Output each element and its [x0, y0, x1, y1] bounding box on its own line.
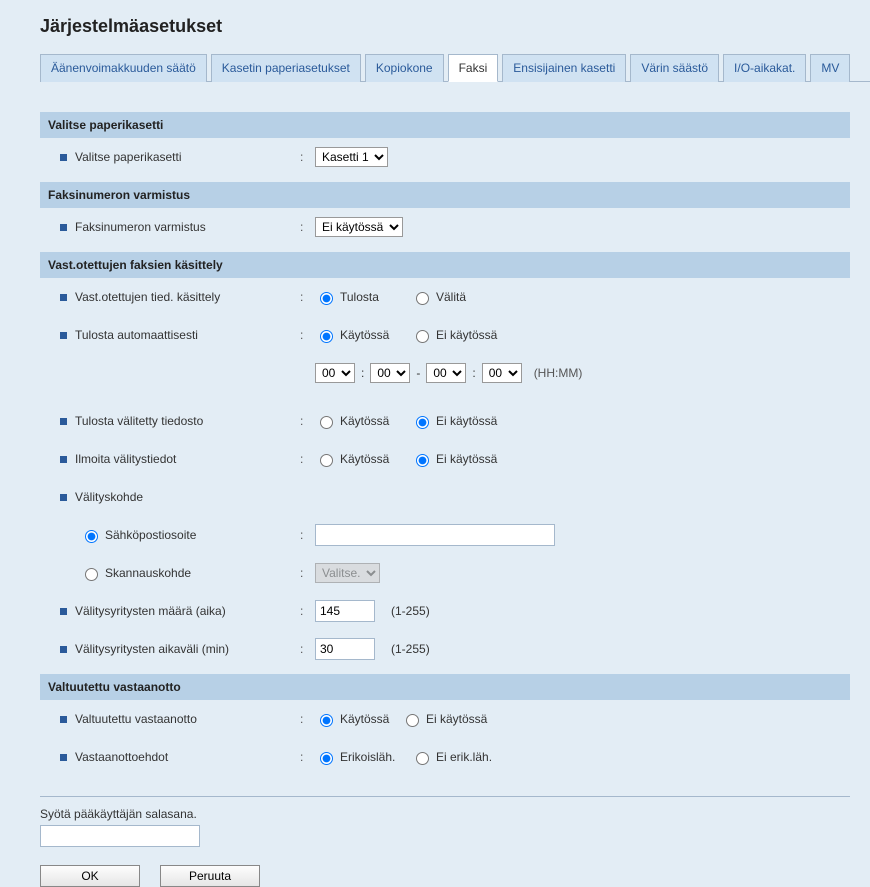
- bullet-icon: [60, 754, 67, 761]
- colon: :: [300, 220, 315, 234]
- colon: :: [300, 414, 315, 428]
- colon: :: [300, 150, 315, 164]
- colon: :: [300, 642, 315, 656]
- rx-cond-radio-special[interactable]: [320, 752, 333, 765]
- colon: :: [300, 528, 315, 542]
- fwd-dest-radio-email[interactable]: [85, 530, 98, 543]
- print-fwd-off: Ei käytössä: [436, 414, 497, 428]
- tabs-bar: Äänenvoimakkuuden säätö Kasetin paperias…: [40, 53, 870, 82]
- rx-cond-special: Erikoisläh.: [340, 750, 395, 764]
- auth-rx-off: Ei käytössä: [426, 712, 487, 726]
- password-label: Syötä pääkäyttäjän salasana.: [40, 807, 870, 821]
- retry-count-input[interactable]: [315, 600, 375, 622]
- colon: :: [300, 328, 315, 342]
- fwd-dest-label: Välityskohde: [75, 490, 143, 504]
- bullet-icon: [60, 456, 67, 463]
- scan-dest-dropdown: Valitse.: [315, 563, 380, 583]
- select-cassette-label: Valitse paperikasetti: [75, 150, 182, 164]
- colon: :: [300, 604, 315, 618]
- retry-count-label: Välitysyritysten määrä (aika): [75, 604, 226, 618]
- fwd-dest-radio-scan[interactable]: [85, 568, 98, 581]
- retry-count-range: (1-255): [391, 604, 430, 618]
- tab-toner-save[interactable]: Värin säästö: [630, 54, 719, 82]
- tab-copier[interactable]: Kopiokone: [365, 54, 444, 82]
- tab-io-timeout[interactable]: I/O-aikakat.: [723, 54, 806, 82]
- print-fwd-on: Käytössä: [340, 414, 389, 428]
- report-fwd-radio-on[interactable]: [320, 454, 333, 467]
- rx-cond-notspecial: Ei erik.läh.: [436, 750, 492, 764]
- time-m1-dropdown[interactable]: 00: [370, 363, 410, 383]
- bullet-icon: [60, 494, 67, 501]
- tab-volume[interactable]: Äänenvoimakkuuden säätö: [40, 54, 207, 82]
- time-dash: -: [416, 366, 420, 380]
- bullet-icon: [60, 224, 67, 231]
- colon: :: [300, 750, 315, 764]
- print-fwd-label: Tulosta välitetty tiedosto: [75, 414, 203, 428]
- rx-cond-radio-notspecial[interactable]: [416, 752, 429, 765]
- auth-rx-radio-on[interactable]: [320, 714, 333, 727]
- report-fwd-off: Ei käytössä: [436, 452, 497, 466]
- time-suffix: (HH:MM): [534, 366, 583, 380]
- tab-fax[interactable]: Faksi: [448, 54, 499, 82]
- bullet-icon: [60, 418, 67, 425]
- fax-confirm-dropdown[interactable]: Ei käytössä: [315, 217, 403, 237]
- bullet-icon: [60, 294, 67, 301]
- handling-label: Vast.otettujen tied. käsittely: [75, 290, 220, 304]
- time-m2-dropdown[interactable]: 00: [482, 363, 522, 383]
- handling-opt-forward: Välitä: [436, 290, 466, 304]
- email-label: Sähköpostiosoite: [105, 528, 196, 542]
- time-sep: :: [361, 366, 364, 380]
- bullet-icon: [60, 716, 67, 723]
- bullet-icon: [60, 608, 67, 615]
- admin-password-input[interactable]: [40, 825, 200, 847]
- auto-print-on: Käytössä: [340, 328, 389, 342]
- page-title: Järjestelmäasetukset: [40, 16, 870, 37]
- cancel-button[interactable]: Peruuta: [160, 865, 260, 887]
- rx-cond-label: Vastaanottoehdot: [75, 750, 168, 764]
- time-h1-dropdown[interactable]: 00: [315, 363, 355, 383]
- handling-opt-print: Tulosta: [340, 290, 379, 304]
- scan-label: Skannauskohde: [105, 566, 191, 580]
- tab-mv[interactable]: MV: [810, 54, 850, 82]
- auth-rx-radio-off[interactable]: [406, 714, 419, 727]
- fax-confirm-label: Faksinumeron varmistus: [75, 220, 206, 234]
- report-fwd-radio-off[interactable]: [416, 454, 429, 467]
- auto-print-off: Ei käytössä: [436, 328, 497, 342]
- auto-print-label: Tulosta automaattisesti: [75, 328, 198, 342]
- time-sep: :: [472, 366, 475, 380]
- section-auth-rx-header: Valtuutettu vastaanotto: [40, 674, 850, 700]
- print-fwd-radio-off[interactable]: [416, 416, 429, 429]
- colon: :: [300, 290, 315, 304]
- ok-button[interactable]: OK: [40, 865, 140, 887]
- auto-print-radio-off[interactable]: [416, 330, 429, 343]
- print-fwd-radio-on[interactable]: [320, 416, 333, 429]
- section-select-cassette-header: Valitse paperikasetti: [40, 112, 850, 138]
- colon: :: [300, 566, 315, 580]
- section-received-header: Vast.otettujen faksien käsittely: [40, 252, 850, 278]
- retry-interval-range: (1-255): [391, 642, 430, 656]
- select-cassette-dropdown[interactable]: Kasetti 1: [315, 147, 388, 167]
- colon: :: [300, 452, 315, 466]
- retry-interval-label: Välitysyritysten aikaväli (min): [75, 642, 229, 656]
- tab-cassette[interactable]: Kasetin paperiasetukset: [211, 54, 361, 82]
- tab-primary-cassette[interactable]: Ensisijainen kasetti: [502, 54, 626, 82]
- section-fax-confirm-header: Faksinumeron varmistus: [40, 182, 850, 208]
- time-h2-dropdown[interactable]: 00: [426, 363, 466, 383]
- colon: :: [300, 712, 315, 726]
- auth-rx-label: Valtuutettu vastaanotto: [75, 712, 197, 726]
- handling-radio-print[interactable]: [320, 292, 333, 305]
- bullet-icon: [60, 332, 67, 339]
- auto-print-radio-on[interactable]: [320, 330, 333, 343]
- bullet-icon: [60, 646, 67, 653]
- email-input[interactable]: [315, 524, 555, 546]
- handling-radio-forward[interactable]: [416, 292, 429, 305]
- bullet-icon: [60, 154, 67, 161]
- retry-interval-input[interactable]: [315, 638, 375, 660]
- report-fwd-label: Ilmoita välitystiedot: [75, 452, 176, 466]
- report-fwd-on: Käytössä: [340, 452, 389, 466]
- auth-rx-on: Käytössä: [340, 712, 389, 726]
